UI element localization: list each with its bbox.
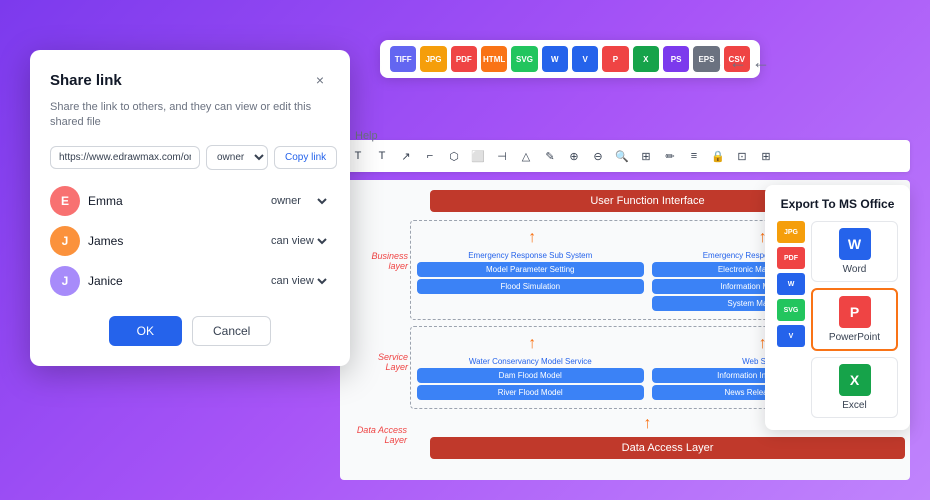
river-flood-box: River Flood Model <box>417 385 644 400</box>
format-visio[interactable]: V <box>572 46 598 72</box>
small-jpg[interactable]: JPG <box>777 221 805 243</box>
toolbar-icon-16[interactable]: 🔒 <box>708 146 728 166</box>
excel-icon: X <box>839 364 871 396</box>
small-format-icons: JPG PDF W SVG V <box>777 221 805 418</box>
avatar: E <box>50 186 80 216</box>
user-row: J James owner can edit can view <box>50 226 330 256</box>
ppt-label: PowerPoint <box>829 332 880 343</box>
word-label: Word <box>843 264 867 275</box>
user-info: J James <box>50 226 123 256</box>
format-tiff[interactable]: TIFF <box>390 46 416 72</box>
small-svg[interactable]: SVG <box>777 299 805 321</box>
flood-sim-box: Flood Simulation <box>417 279 644 294</box>
service-layer-label: Service Layer <box>353 352 408 372</box>
small-word[interactable]: W <box>777 273 805 295</box>
export-content: JPG PDF W SVG V W Word P PowerPoint X Ex… <box>777 221 898 418</box>
business-layer-label: Business layer <box>353 251 408 271</box>
role-select[interactable]: owner can edit can view <box>267 234 330 248</box>
user-row: E Emma owner can edit can view <box>50 186 330 216</box>
dialog-header: Share link × <box>50 70 330 90</box>
subsystem-left-label: Emergency Response Sub System <box>417 251 644 260</box>
format-html[interactable]: HTML <box>481 46 507 72</box>
export-items: W Word P PowerPoint X Excel <box>811 221 898 418</box>
arrow-up-1: ↑ <box>528 229 536 247</box>
dam-flood-box: Dam Flood Model <box>417 368 644 383</box>
ok-button[interactable]: OK <box>109 316 182 346</box>
help-label: Help <box>355 130 378 142</box>
avatar: J <box>50 226 80 256</box>
format-ppt[interactable]: P <box>602 46 628 72</box>
link-input[interactable] <box>50 146 200 169</box>
owner-select[interactable]: owner <box>206 145 268 170</box>
water-service-label: Water Conservancy Model Service <box>417 357 644 366</box>
toolbar-text-icon[interactable]: T <box>348 146 368 166</box>
toolbar-icon-5[interactable]: ⬡ <box>444 146 464 166</box>
arrow-indicator: ← ← ← <box>706 52 770 73</box>
toolbar-icon-8[interactable]: △ <box>516 146 536 166</box>
subsystem-left: Emergency Response Sub System Model Para… <box>417 251 644 313</box>
export-title: Export To MS Office <box>777 197 898 211</box>
user-list: E Emma owner can edit can view J James o… <box>50 186 330 296</box>
export-panel: Export To MS Office JPG PDF W SVG V W Wo… <box>765 185 910 430</box>
ppt-icon: P <box>839 296 871 328</box>
toolbar-icon-14[interactable]: ✏ <box>660 146 680 166</box>
toolbar-icon-2[interactable]: T <box>372 146 392 166</box>
toolbar-icon-3[interactable]: ↗ <box>396 146 416 166</box>
toolbar-icon-18[interactable]: ⊞ <box>756 146 776 166</box>
toolbar-icon-4[interactable]: ⌐ <box>420 146 440 166</box>
format-word[interactable]: W <box>542 46 568 72</box>
arrow-up-3: ↑ <box>528 335 536 353</box>
water-service: Water Conservancy Model Service Dam Floo… <box>417 357 644 402</box>
export-powerpoint[interactable]: P PowerPoint <box>811 288 898 351</box>
role-select[interactable]: owner can edit can view <box>267 274 330 288</box>
toolbar-icon-13[interactable]: ⊞ <box>636 146 656 166</box>
toolbar-icon-6[interactable]: ⬜ <box>468 146 488 166</box>
link-row: owner Copy link <box>50 145 330 170</box>
data-access-bar: Data Access Layer <box>430 437 905 459</box>
export-word[interactable]: W Word <box>811 221 898 282</box>
dialog-description: Share the link to others, and they can v… <box>50 100 330 131</box>
toolbar-icon-9[interactable]: ✎ <box>540 146 560 166</box>
format-ps[interactable]: PS <box>663 46 689 72</box>
close-button[interactable]: × <box>310 70 330 90</box>
word-icon: W <box>839 228 871 260</box>
role-select[interactable]: owner can edit can view <box>267 194 330 208</box>
toolbar-icon-15[interactable]: ≡ <box>684 146 704 166</box>
user-info: E Emma <box>50 186 123 216</box>
format-excel[interactable]: X <box>633 46 659 72</box>
data-access-layer-label: Data Access Layer <box>352 425 407 445</box>
user-name: Emma <box>88 194 123 208</box>
user-info: J Janice <box>50 266 123 296</box>
file-format-bar: TIFF JPG PDF HTML SVG W V P X PS EPS CSV <box>380 40 760 78</box>
toolbar-icon-7[interactable]: ⊣ <box>492 146 512 166</box>
toolbar-icon-11[interactable]: ⊖ <box>588 146 608 166</box>
dialog-title: Share link <box>50 72 122 89</box>
user-name: James <box>88 234 123 248</box>
toolbar-icon-17[interactable]: ⊡ <box>732 146 752 166</box>
avatar: J <box>50 266 80 296</box>
small-visio[interactable]: V <box>777 325 805 347</box>
small-pdf[interactable]: PDF <box>777 247 805 269</box>
format-svg[interactable]: SVG <box>511 46 537 72</box>
toolbar-icon-10[interactable]: ⊕ <box>564 146 584 166</box>
share-link-dialog: Share link × Share the link to others, a… <box>30 50 350 366</box>
dialog-actions: OK Cancel <box>50 316 330 346</box>
excel-label: Excel <box>842 400 866 411</box>
format-pdf[interactable]: PDF <box>451 46 477 72</box>
toolbar-icon-12[interactable]: 🔍 <box>612 146 632 166</box>
user-row: J Janice owner can edit can view <box>50 266 330 296</box>
canvas-toolbar: T T ↗ ⌐ ⬡ ⬜ ⊣ △ ✎ ⊕ ⊖ 🔍 ⊞ ✏ ≡ 🔒 ⊡ ⊞ <box>340 140 910 172</box>
arrow-up-5: ↑ <box>644 415 652 433</box>
user-name: Janice <box>88 274 123 288</box>
copy-link-button[interactable]: Copy link <box>274 146 337 169</box>
cancel-button[interactable]: Cancel <box>192 316 271 346</box>
export-excel[interactable]: X Excel <box>811 357 898 418</box>
model-param-box: Model Parameter Setting <box>417 262 644 277</box>
format-jpg[interactable]: JPG <box>420 46 446 72</box>
